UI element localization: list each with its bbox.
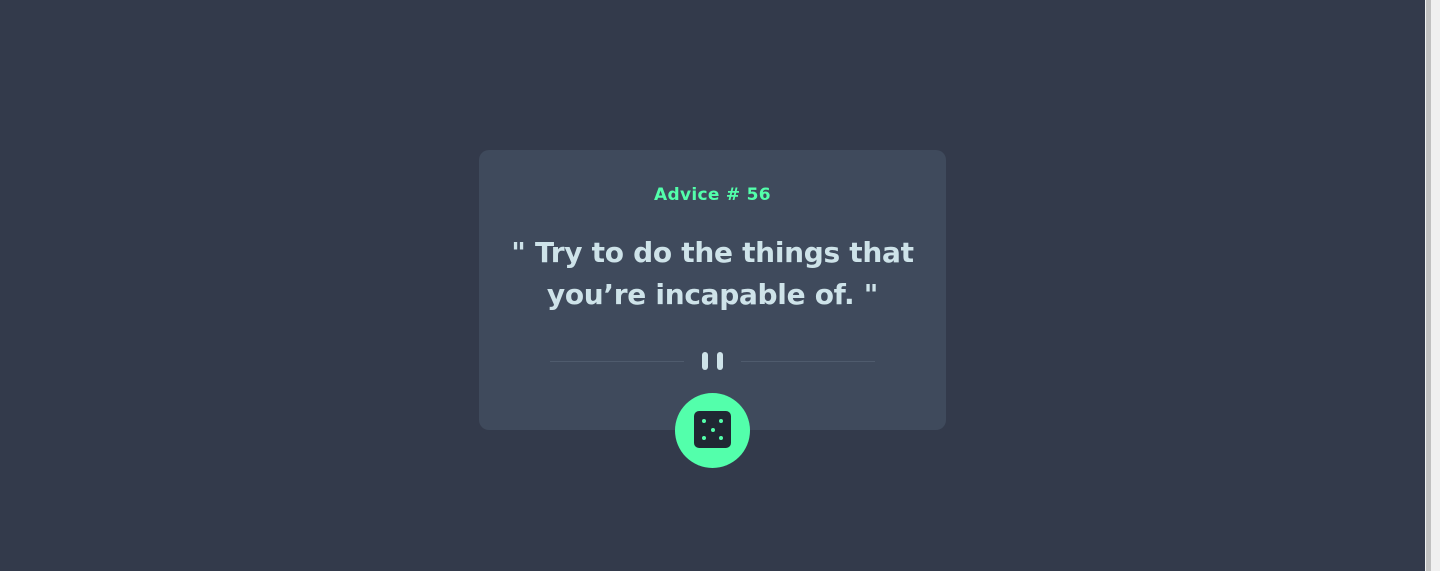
dice-pip	[719, 436, 723, 440]
divider-line-right	[741, 361, 875, 362]
advice-quote: " Try to do the things that you’re incap…	[511, 236, 914, 311]
pause-icon	[702, 352, 726, 370]
advice-card: Advice # 56 " Try to do the things that …	[479, 150, 946, 430]
pause-bar	[702, 352, 708, 370]
advice-title: Advice # 56	[654, 185, 771, 205]
divider-line-left	[550, 361, 684, 362]
scrollbar[interactable]	[1425, 0, 1440, 571]
dice-icon	[694, 411, 731, 448]
generate-advice-button[interactable]	[675, 393, 750, 468]
scrollbar-thumb[interactable]	[1426, 0, 1431, 571]
dice-pip	[719, 419, 723, 423]
dice-pip	[702, 419, 706, 423]
dice-pip	[710, 427, 715, 432]
pause-bar	[717, 352, 723, 370]
dice-pip	[702, 436, 706, 440]
